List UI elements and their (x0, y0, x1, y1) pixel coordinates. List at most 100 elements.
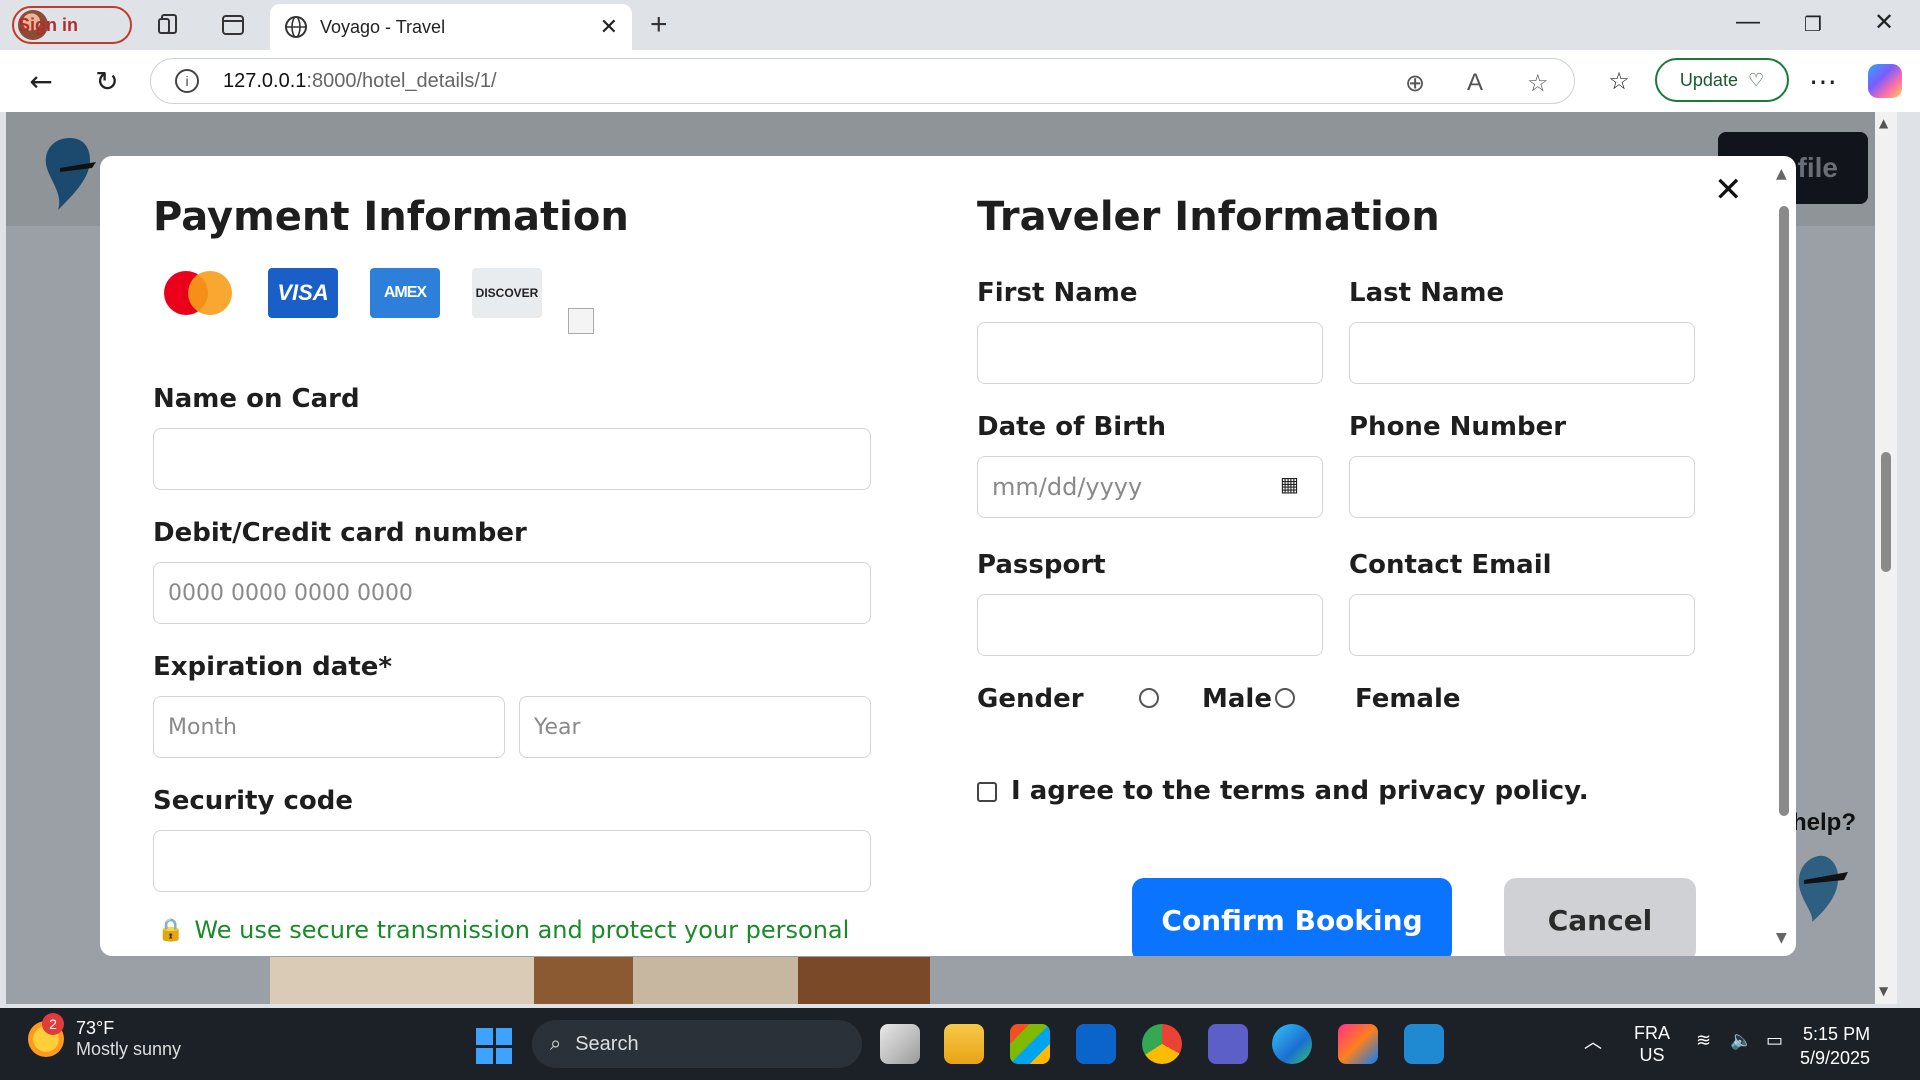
passport-input[interactable] (977, 594, 1323, 656)
edge-icon[interactable] (1272, 1024, 1312, 1064)
name-on-card-input[interactable] (153, 428, 871, 490)
update-button[interactable]: Update ♡ (1655, 58, 1789, 102)
security-code-input[interactable] (153, 830, 871, 892)
language-indicator[interactable]: FRA US (1634, 1022, 1670, 1066)
update-label: Update (1679, 69, 1738, 90)
confirm-booking-button[interactable]: Confirm Booking (1132, 878, 1452, 956)
address-bar[interactable]: i 127.0.0.1:8000/hotel_details/1/ ⊕ A ☆ (150, 58, 1575, 104)
favorite-star-icon[interactable]: ☆ (1527, 69, 1549, 97)
sign-in-label: Sign in (18, 14, 78, 35)
weather-temp: 73°F (76, 1018, 115, 1038)
favorites-icon[interactable]: ☆ (1602, 64, 1636, 98)
secure-note-text: We use secure transmission and protect y… (194, 916, 850, 944)
card-number-label: Debit/Credit card number (153, 518, 527, 548)
amex-icon: AMEX (370, 268, 440, 318)
sun-icon: 2 (28, 1013, 64, 1057)
terms-label: I agree to the terms and privacy policy. (1011, 776, 1589, 806)
battery-icon[interactable]: ▭ (1766, 1030, 1783, 1051)
globe-icon (285, 16, 307, 38)
terms-checkbox[interactable] (977, 782, 997, 802)
tab-title: Voyago - Travel (320, 16, 446, 37)
payment-title: Payment Information (153, 194, 629, 240)
search-icon: ⌕ (550, 1032, 562, 1055)
notification-badge: 2 (42, 1013, 64, 1035)
cancel-button[interactable]: Cancel (1504, 878, 1696, 956)
wifi-icon[interactable]: ≋ (1696, 1030, 1711, 1051)
dob-input[interactable] (977, 456, 1323, 518)
expiry-month-input[interactable] (153, 696, 505, 758)
broken-image-icon (568, 308, 594, 334)
expiry-year-input[interactable] (519, 696, 871, 758)
taskbar-search[interactable]: ⌕ Search (532, 1020, 862, 1068)
page-scrollbar[interactable]: ▲ ▼ (1875, 112, 1897, 1004)
more-options-icon[interactable]: ⋯ (1806, 64, 1840, 98)
store-icon[interactable] (1010, 1024, 1050, 1064)
windows-start-icon[interactable] (476, 1028, 512, 1064)
calendar-icon[interactable]: ▦ (1280, 472, 1299, 496)
restore-button[interactable]: ❐ (1804, 12, 1822, 37)
file-explorer-icon[interactable] (944, 1024, 984, 1064)
phone-input[interactable] (1349, 456, 1695, 518)
zoom-icon[interactable]: ⊕ (1405, 69, 1425, 97)
tab-voyago[interactable]: Voyago - Travel ✕ (270, 4, 632, 50)
hotel-image (270, 957, 930, 1004)
close-tab-icon[interactable]: ✕ (600, 15, 618, 40)
close-window-button[interactable]: ✕ (1874, 8, 1894, 37)
contact-email-label: Contact Email (1349, 550, 1552, 580)
refresh-button[interactable]: ↻ (90, 64, 124, 98)
booking-modal: ✕ Payment Information VISA AMEX DISCOVER… (100, 156, 1796, 956)
site-info-icon[interactable]: i (175, 69, 199, 93)
help-logo-icon[interactable] (1790, 852, 1850, 922)
modal-scroll-thumb[interactable] (1779, 206, 1789, 816)
browser-tab-bar: Sign in Voyago - Travel ✕ + — ❐ ✕ (0, 0, 1920, 50)
new-tab-button[interactable]: + (650, 8, 668, 42)
minimize-button[interactable]: — (1736, 8, 1760, 36)
vertical-tabs-icon[interactable] (220, 12, 246, 38)
modal-scrollbar[interactable]: ▲ ▼ (1776, 166, 1792, 946)
mastercard-icon (160, 268, 232, 318)
workspaces-icon[interactable] (156, 12, 182, 38)
address-bar-row: ← ↻ i 127.0.0.1:8000/hotel_details/1/ ⊕ … (0, 50, 1920, 112)
passport-label: Passport (977, 550, 1106, 580)
weather-widget[interactable]: 2 73°F Mostly sunny (28, 1013, 181, 1060)
female-radio[interactable] (1275, 688, 1295, 708)
secure-note: 🔒 We use secure transmission and protect… (157, 916, 849, 944)
page-scroll-thumb[interactable] (1881, 452, 1891, 572)
outlook-icon[interactable] (1076, 1024, 1116, 1064)
intellij-icon[interactable] (1338, 1024, 1378, 1064)
clock[interactable]: 5:15 PM 5/9/2025 (1800, 1022, 1870, 1070)
chevron-up-icon[interactable]: ︿ (1584, 1028, 1602, 1054)
read-aloud-icon[interactable]: A (1467, 69, 1483, 97)
traveler-title: Traveler Information (977, 194, 1440, 240)
voyago-logo-icon (45, 138, 96, 210)
volume-icon[interactable]: 🔈 (1730, 1030, 1752, 1051)
close-icon[interactable]: ✕ (1714, 170, 1743, 210)
phone-label: Phone Number (1349, 412, 1567, 442)
expiration-label: Expiration date* (153, 652, 393, 682)
male-radio[interactable] (1139, 688, 1159, 708)
dob-label: Date of Birth (977, 412, 1166, 442)
taskbar: 2 73°F Mostly sunny ⌕ Search ︿ FRA US ≋ 🔈… (0, 1008, 1920, 1080)
copilot-icon[interactable] (1868, 64, 1902, 98)
url-text: 127.0.0.1:8000/hotel_details/1/ (223, 69, 497, 92)
first-name-input[interactable] (977, 322, 1323, 384)
contact-email-input[interactable] (1349, 594, 1695, 656)
chrome-icon[interactable] (1142, 1024, 1182, 1064)
help-text: help? (1792, 809, 1856, 836)
last-name-label: Last Name (1349, 278, 1505, 308)
teams-icon[interactable] (1208, 1024, 1248, 1064)
vscode-icon[interactable] (1404, 1024, 1444, 1064)
name-on-card-label: Name on Card (153, 384, 360, 414)
sign-in-button[interactable]: Sign in (12, 6, 132, 44)
modal-scroll-down-icon[interactable]: ▼ (1776, 930, 1787, 946)
scroll-up-icon[interactable]: ▲ (1879, 116, 1888, 130)
scroll-down-icon[interactable]: ▼ (1879, 984, 1888, 998)
task-view-icon[interactable] (880, 1024, 920, 1064)
first-name-label: First Name (977, 278, 1138, 308)
discover-icon: DISCOVER (472, 268, 542, 318)
lock-icon: 🔒 (157, 917, 185, 943)
modal-scroll-up-icon[interactable]: ▲ (1776, 166, 1787, 182)
last-name-input[interactable] (1349, 322, 1695, 384)
back-button[interactable]: ← (24, 64, 58, 98)
card-number-input[interactable] (153, 562, 871, 624)
